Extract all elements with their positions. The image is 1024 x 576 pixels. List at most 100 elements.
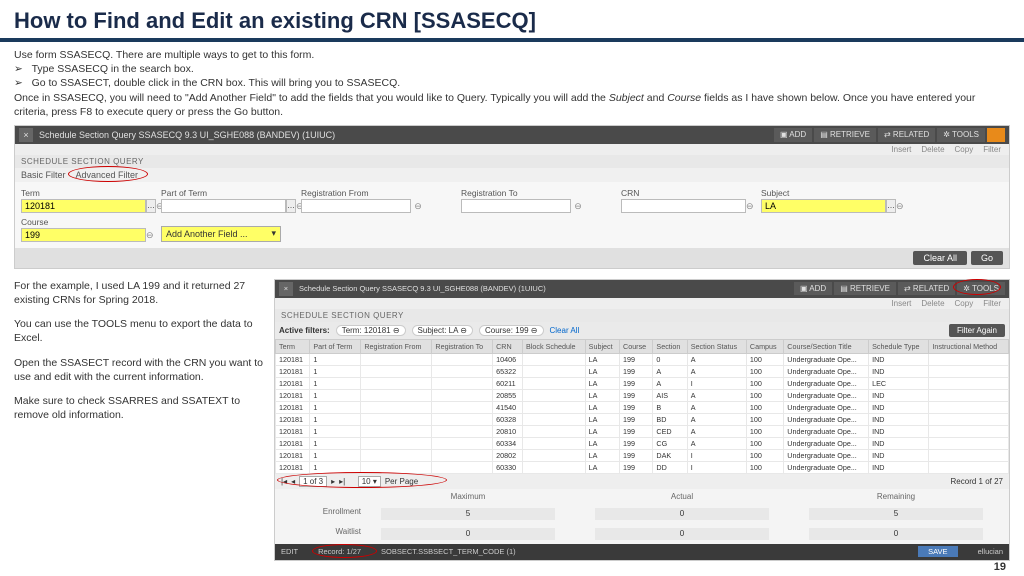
- page-number: 19: [994, 561, 1006, 573]
- field-indicator: SOBSECT.SSBSECT_TERM_CODE (1): [381, 547, 516, 556]
- filter-pill-subject[interactable]: Subject: LA ⊖: [412, 325, 473, 336]
- active-filters-bar: Active filters: Term: 120181 ⊖ Subject: …: [275, 322, 1009, 339]
- last-page-icon[interactable]: ▸|: [339, 477, 345, 486]
- col-header[interactable]: Registration To: [432, 339, 493, 353]
- crn-input[interactable]: [621, 199, 746, 213]
- filter-again-button[interactable]: Filter Again: [949, 324, 1005, 337]
- add-button[interactable]: ▣ ADD: [794, 282, 832, 295]
- col-header[interactable]: CRN: [493, 339, 523, 353]
- instruction-para: Open the SSASECT record with the CRN you…: [14, 356, 264, 384]
- page-title: How to Find and Edit an existing CRN [SS…: [0, 0, 1024, 42]
- remove-icon[interactable]: ⊖: [411, 199, 425, 213]
- table-row[interactable]: 120181120802LA199DAKI100Undergraduate Op…: [276, 449, 1009, 461]
- clear-all-link[interactable]: Clear All: [550, 326, 580, 335]
- save-button[interactable]: SAVE: [918, 546, 957, 557]
- edit-label: EDIT: [281, 547, 298, 556]
- tools-button[interactable]: ✲ TOOLS: [937, 128, 985, 142]
- lookup-icon[interactable]: …: [886, 199, 896, 213]
- advanced-filter-tab[interactable]: Advanced Filter: [76, 170, 139, 180]
- col-header[interactable]: Block Schedule: [523, 339, 586, 353]
- subject-input[interactable]: [761, 199, 886, 213]
- col-header[interactable]: Section: [653, 339, 687, 353]
- copy-link[interactable]: Copy: [955, 145, 974, 154]
- table-row[interactable]: 120181141540LA199BA100Undergraduate Ope.…: [276, 401, 1009, 413]
- remove-icon[interactable]: ⊖: [571, 199, 585, 213]
- col-header[interactable]: Section Status: [687, 339, 746, 353]
- sub-toolbar: Insert Delete Copy Filter: [15, 144, 1009, 155]
- table-row[interactable]: 120181160334LA199CGA100Undergraduate Ope…: [276, 437, 1009, 449]
- intro-bullet: ➢ Go to SSASECT, double click in the CRN…: [14, 76, 1010, 90]
- table-row[interactable]: 120181165322LA199AA100Undergraduate Ope.…: [276, 365, 1009, 377]
- remove-icon[interactable]: ⊖: [146, 228, 154, 242]
- regfrom-input[interactable]: [301, 199, 411, 213]
- regfrom-label: Registration From: [301, 188, 451, 198]
- page-position: 1 of 3: [299, 476, 327, 487]
- window-title: Schedule Section Query SSASECQ 9.3 UI_SG…: [39, 130, 774, 140]
- term-input[interactable]: [21, 199, 146, 213]
- wait-remain: 0: [809, 528, 983, 540]
- waitlist-label: Waitlist: [281, 527, 361, 541]
- window-titlebar: × Schedule Section Query SSASECQ 9.3 UI_…: [15, 126, 1009, 144]
- lookup-icon[interactable]: …: [286, 199, 296, 213]
- filter-link[interactable]: Filter: [983, 145, 1001, 154]
- prev-page-icon[interactable]: ◂: [291, 477, 295, 486]
- add-field-dropdown[interactable]: Add Another Field ...▾: [161, 226, 281, 242]
- filter-fields: Term…⊖ Part of Term…⊖ Registration From⊖…: [15, 182, 1009, 248]
- table-row[interactable]: 120181120810LA199CEDA100Undergraduate Op…: [276, 425, 1009, 437]
- pot-input[interactable]: [161, 199, 286, 213]
- filter-link[interactable]: Filter: [983, 299, 1001, 308]
- notification-badge[interactable]: [987, 128, 1005, 142]
- course-input[interactable]: [21, 228, 146, 242]
- related-button[interactable]: ⇄ RELATED: [878, 128, 935, 142]
- add-button[interactable]: ▣ ADD: [774, 128, 812, 142]
- clearall-button[interactable]: Clear All: [913, 251, 967, 265]
- col-header[interactable]: Instructional Method: [929, 339, 1009, 353]
- regto-input[interactable]: [461, 199, 571, 213]
- lookup-icon[interactable]: …: [146, 199, 156, 213]
- retrieve-button[interactable]: ▤ RETRIEVE: [834, 282, 896, 295]
- table-row[interactable]: 120181160330LA199DDI100Undergraduate Ope…: [276, 461, 1009, 473]
- close-icon[interactable]: ×: [279, 282, 293, 296]
- col-header[interactable]: Course/Section Title: [784, 339, 869, 353]
- term-label: Term: [21, 188, 151, 198]
- wait-actual: 0: [595, 528, 769, 540]
- col-header[interactable]: Term: [276, 339, 310, 353]
- insert-link[interactable]: Insert: [891, 299, 911, 308]
- remove-icon[interactable]: ⊖: [746, 199, 754, 213]
- summary-header: Maximum Actual Remaining: [275, 489, 1009, 504]
- table-row[interactable]: 120181160328LA199BDA100Undergraduate Ope…: [276, 413, 1009, 425]
- filter-pill-term[interactable]: Term: 120181 ⊖: [336, 325, 406, 336]
- col-header[interactable]: Schedule Type: [869, 339, 929, 353]
- table-row[interactable]: 120181110406LA1990A100Undergraduate Ope.…: [276, 353, 1009, 365]
- retrieve-button[interactable]: ▤ RETRIEVE: [814, 128, 876, 142]
- close-icon[interactable]: ×: [19, 128, 33, 142]
- filter-pill-course[interactable]: Course: 199 ⊖: [479, 325, 544, 336]
- remove-icon[interactable]: ⊖: [896, 199, 904, 213]
- basic-filter-tab[interactable]: Basic Filter: [21, 170, 66, 180]
- col-header[interactable]: Registration From: [361, 339, 432, 353]
- action-row: Clear All Go: [15, 248, 1009, 268]
- intro-line: Once in SSASECQ, you will need to "Add A…: [14, 91, 1010, 119]
- pot-label: Part of Term: [161, 188, 291, 198]
- delete-link[interactable]: Delete: [921, 299, 944, 308]
- go-button[interactable]: Go: [971, 251, 1003, 265]
- intro-line: Use form SSASECQ. There are multiple way…: [14, 48, 1010, 62]
- insert-link[interactable]: Insert: [891, 145, 911, 154]
- table-row[interactable]: 120181120855LA199AISA100Undergraduate Op…: [276, 389, 1009, 401]
- table-row[interactable]: 120181160211LA199AI100Undergraduate Ope.…: [276, 377, 1009, 389]
- tools-button[interactable]: ✲ TOOLS: [957, 282, 1005, 295]
- col-header[interactable]: Subject: [585, 339, 619, 353]
- perpage-select[interactable]: 10 ▾: [358, 476, 381, 487]
- col-header[interactable]: Course: [620, 339, 653, 353]
- col-header[interactable]: Part of Term: [310, 339, 361, 353]
- results-pane: × Schedule Section Query SSASECQ 9.3 UI_…: [274, 279, 1010, 561]
- instruction-para: For the example, I used LA 199 and it re…: [14, 279, 264, 307]
- copy-link[interactable]: Copy: [955, 299, 974, 308]
- next-page-icon[interactable]: ▸: [331, 477, 335, 486]
- delete-link[interactable]: Delete: [921, 145, 944, 154]
- col-header[interactable]: Campus: [746, 339, 783, 353]
- first-page-icon[interactable]: |◂: [281, 477, 287, 486]
- actual-label: Actual: [575, 492, 789, 501]
- related-button[interactable]: ⇄ RELATED: [898, 282, 955, 295]
- remain-label: Remaining: [789, 492, 1003, 501]
